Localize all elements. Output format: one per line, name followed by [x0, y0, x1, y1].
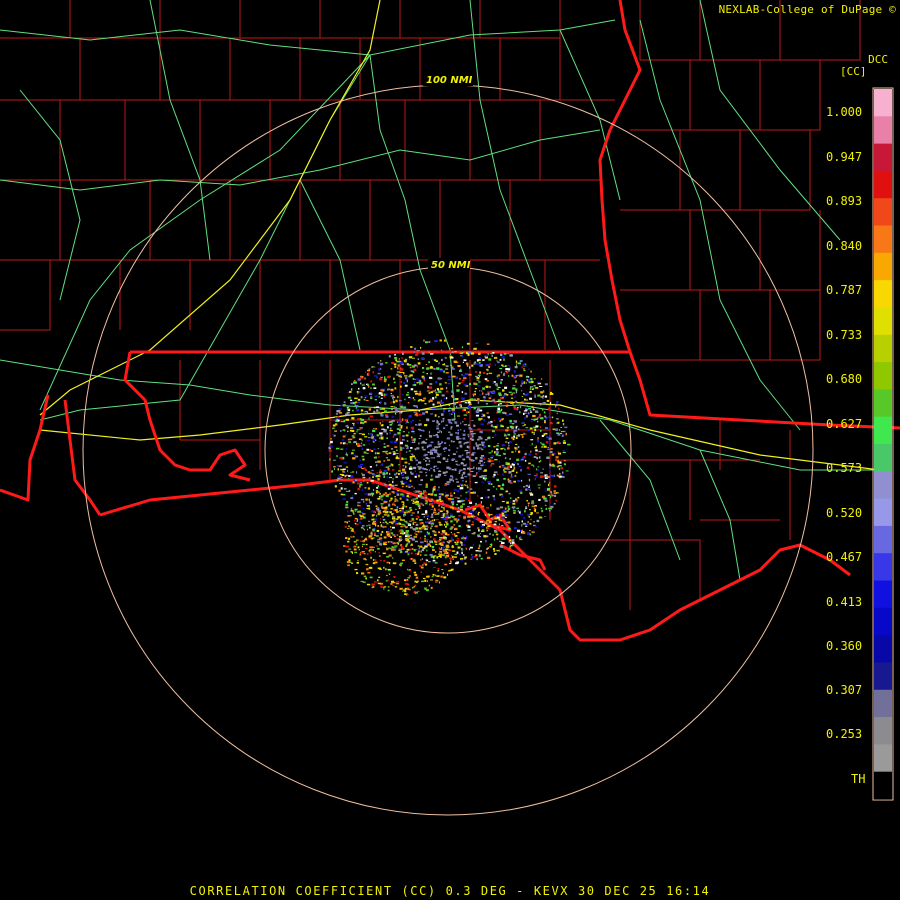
scale-label: 0.573 [826, 461, 863, 475]
color-scale-swatch [874, 170, 892, 199]
color-scale-swatch [874, 662, 892, 691]
scale-label: 0.360 [826, 639, 863, 653]
scale-label: 0.733 [826, 328, 863, 342]
color-scale-swatch [874, 498, 892, 527]
scale-label: TH [851, 772, 866, 786]
color-scale-swatch [874, 307, 892, 336]
color-scale-swatch [874, 607, 892, 636]
site-code: DCC [868, 53, 888, 66]
color-scale-swatch [874, 89, 892, 117]
range-ring-label-50: 50 NMI [431, 260, 471, 271]
color-scale-swatch [874, 116, 892, 145]
credit-text: NEXLAB-College of DuPage © [718, 3, 896, 16]
scale-unit: [CC] [840, 65, 867, 78]
scale-label: 0.413 [826, 595, 863, 609]
color-scale-swatch [874, 525, 892, 554]
scale-label: 0.307 [826, 683, 863, 697]
scale-label: 0.520 [826, 506, 863, 520]
color-scale-swatch [874, 635, 892, 664]
color-scale-swatch [874, 280, 892, 309]
color-scale-swatch [874, 225, 892, 254]
color-scale-swatch [874, 389, 892, 418]
product-caption: CORRELATION COEFFICIENT (CC) 0.3 DEG - K… [189, 884, 711, 898]
color-scale-swatch [874, 334, 892, 363]
color-scale-swatch [874, 471, 892, 500]
color-scale-swatch [874, 198, 892, 227]
scale-label: 0.680 [826, 372, 863, 386]
scale-label: 0.627 [826, 417, 863, 431]
color-scale-swatch [874, 717, 892, 745]
color-scale-swatch [874, 744, 892, 773]
range-ring-label-100: 100 NMI [426, 75, 473, 86]
color-scale-swatch [874, 416, 892, 445]
color-scale-bar [874, 89, 892, 800]
radar-map: 50 NMI 100 NMI [0, 0, 900, 900]
color-scale-swatch [874, 362, 892, 390]
scale-label: 0.253 [826, 727, 863, 741]
color-scale-swatch [874, 553, 892, 582]
color-scale-swatch [874, 444, 892, 472]
color-scale-swatch [874, 580, 892, 609]
color-scale-swatch [874, 143, 892, 172]
scale-label: 1.000 [826, 105, 863, 119]
scale-label: 0.467 [826, 550, 863, 564]
scale-label: 0.893 [826, 194, 863, 208]
color-scale-swatch [874, 689, 892, 718]
scale-label: 0.840 [826, 239, 863, 253]
scale-label: 0.947 [826, 150, 863, 164]
color-scale-swatch [874, 252, 892, 281]
scale-label: 0.787 [826, 283, 863, 297]
